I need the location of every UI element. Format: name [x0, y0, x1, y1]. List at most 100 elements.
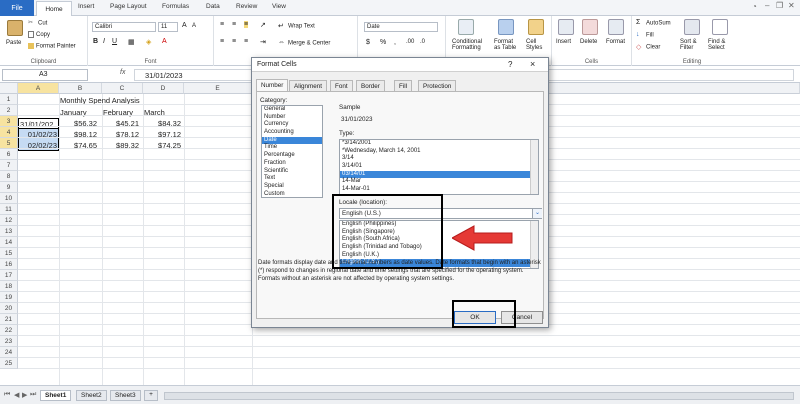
grow-font-icon[interactable]: A	[182, 22, 187, 29]
header-january[interactable]: January	[60, 107, 87, 118]
row-header[interactable]: 15	[0, 248, 18, 259]
align-top-icon[interactable]: ≡	[220, 21, 224, 28]
sheet-tab-1[interactable]: Sheet1	[40, 390, 72, 401]
sheet-tab-3[interactable]: Sheet3	[110, 390, 141, 401]
category-item[interactable]: Fraction	[262, 160, 322, 168]
row-header[interactable]: 9	[0, 182, 18, 193]
type-item[interactable]: *Wednesday, March 14, 2001	[340, 148, 538, 156]
shrink-font-icon[interactable]: A	[192, 23, 196, 29]
orientation-icon[interactable]: ↗	[260, 21, 266, 29]
row-header[interactable]: 6	[0, 149, 18, 160]
horizontal-scrollbar[interactable]	[164, 392, 794, 400]
category-item[interactable]: Scientific	[262, 168, 322, 176]
date-cell-a4[interactable]: 01/02/23	[18, 129, 59, 140]
category-item[interactable]: Accounting	[262, 129, 322, 137]
align-middle-icon[interactable]: ≡	[232, 21, 236, 28]
row-header[interactable]: 4	[0, 127, 18, 138]
column-header-c[interactable]: C	[102, 83, 143, 94]
header-march[interactable]: March	[144, 107, 165, 118]
row-header[interactable]: 7	[0, 160, 18, 171]
align-left-icon[interactable]: ≡	[220, 38, 224, 45]
fx-icon[interactable]: fx	[120, 69, 125, 76]
font-name-select[interactable]: Calibri	[92, 22, 156, 32]
type-item[interactable]: 3/14	[340, 155, 538, 163]
row-header[interactable]: 13	[0, 226, 18, 237]
category-item[interactable]: Custom	[262, 191, 322, 197]
row-header[interactable]: 20	[0, 303, 18, 314]
tab-view[interactable]: View	[272, 3, 286, 10]
sort-filter-button[interactable]: Sort & Filter	[680, 39, 697, 51]
paste-button[interactable]: Paste	[6, 40, 21, 46]
fill-button[interactable]: ↓ Fill	[636, 31, 654, 39]
column-header-b[interactable]: B	[59, 83, 102, 94]
number-format-select[interactable]: Date	[364, 22, 438, 32]
row-header[interactable]: 24	[0, 347, 18, 358]
conditional-formatting-button[interactable]: Conditional Formatting	[452, 39, 482, 51]
sheet-tab-2[interactable]: Sheet2	[76, 390, 107, 401]
font-size-select[interactable]: 11	[158, 22, 178, 32]
category-item[interactable]: Number	[262, 114, 322, 122]
indent-icon[interactable]: ⇥	[260, 38, 266, 46]
comma-icon[interactable]: ,	[394, 39, 396, 46]
header-february[interactable]: February	[103, 107, 133, 118]
row-header[interactable]: 3	[0, 116, 18, 127]
date-cell-a5[interactable]: 02/02/23	[18, 140, 59, 151]
cut-button[interactable]: ✂ Cut	[28, 19, 47, 27]
minimize-icon[interactable]: –	[765, 1, 769, 10]
row-header[interactable]: 2	[0, 105, 18, 116]
italic-icon[interactable]: I	[103, 38, 105, 45]
autosum-button[interactable]: Σ AutoSum	[636, 19, 671, 27]
increase-decimal-icon[interactable]: .00	[406, 39, 414, 45]
category-item[interactable]: Special	[262, 183, 322, 191]
fill-color-icon[interactable]: ◈	[146, 38, 151, 46]
format-painter-button[interactable]: Format Painter	[28, 43, 76, 50]
tab-review[interactable]: Review	[236, 3, 257, 10]
tab-home[interactable]: Home	[36, 1, 72, 16]
copy-button[interactable]: Copy	[28, 31, 50, 38]
column-header-e[interactable]: E	[184, 83, 252, 94]
paste-icon[interactable]	[7, 20, 23, 36]
type-item[interactable]: 14-Mar-01	[340, 186, 538, 194]
insert-sheet-icon[interactable]: +	[144, 390, 158, 401]
data-cell[interactable]: $74.25	[143, 140, 181, 151]
type-item[interactable]: 3/14/01	[340, 163, 538, 171]
insert-button[interactable]: Insert	[556, 39, 571, 45]
row-header[interactable]: 16	[0, 259, 18, 270]
close-icon[interactable]: ✕	[788, 1, 795, 10]
row-header[interactable]: 17	[0, 270, 18, 281]
chevron-down-icon[interactable]: ⌄	[532, 209, 542, 218]
row-header[interactable]: 19	[0, 292, 18, 303]
align-bottom-icon[interactable]: ≡	[244, 21, 249, 28]
help-icon[interactable]: ◔	[752, 2, 757, 11]
category-item[interactable]: General	[262, 106, 322, 114]
data-cell[interactable]: $89.32	[102, 140, 139, 151]
column-header-a[interactable]: A	[18, 83, 59, 94]
align-center-icon[interactable]: ≡	[232, 38, 236, 45]
date-cell-a3[interactable]: 31/01/202	[18, 118, 59, 129]
delete-button[interactable]: Delete	[580, 39, 597, 45]
percent-icon[interactable]: %	[380, 39, 386, 46]
row-header[interactable]: 14	[0, 237, 18, 248]
last-sheet-icon[interactable]: ⏭	[30, 391, 36, 399]
row-header[interactable]: 8	[0, 171, 18, 182]
type-item[interactable]: *3/14/2001	[340, 140, 538, 148]
row-header[interactable]: 1	[0, 94, 18, 105]
select-all-corner[interactable]	[0, 83, 18, 94]
dialog-close-icon[interactable]: ×	[530, 59, 535, 69]
category-item[interactable]: Time	[262, 144, 322, 152]
tab-formulas[interactable]: Formulas	[162, 3, 189, 10]
font-color-icon[interactable]: A	[162, 38, 167, 45]
row-header[interactable]: 23	[0, 336, 18, 347]
data-cell[interactable]: $78.12	[102, 129, 139, 140]
name-box[interactable]: A3	[2, 69, 88, 81]
decrease-decimal-icon[interactable]: .0	[420, 39, 425, 45]
clear-button[interactable]: ◇ Clear	[636, 43, 660, 51]
data-cell[interactable]: $45.21	[102, 118, 139, 129]
row-header[interactable]: 25	[0, 358, 18, 369]
category-item[interactable]: Currency	[262, 121, 322, 129]
row-header[interactable]: 12	[0, 215, 18, 226]
align-right-icon[interactable]: ≡	[244, 38, 248, 45]
data-cell[interactable]: $74.65	[59, 140, 97, 151]
cell-styles-button[interactable]: Cell Styles	[526, 39, 542, 51]
category-list[interactable]: General Number Currency Accounting Date Time P…	[261, 105, 323, 198]
